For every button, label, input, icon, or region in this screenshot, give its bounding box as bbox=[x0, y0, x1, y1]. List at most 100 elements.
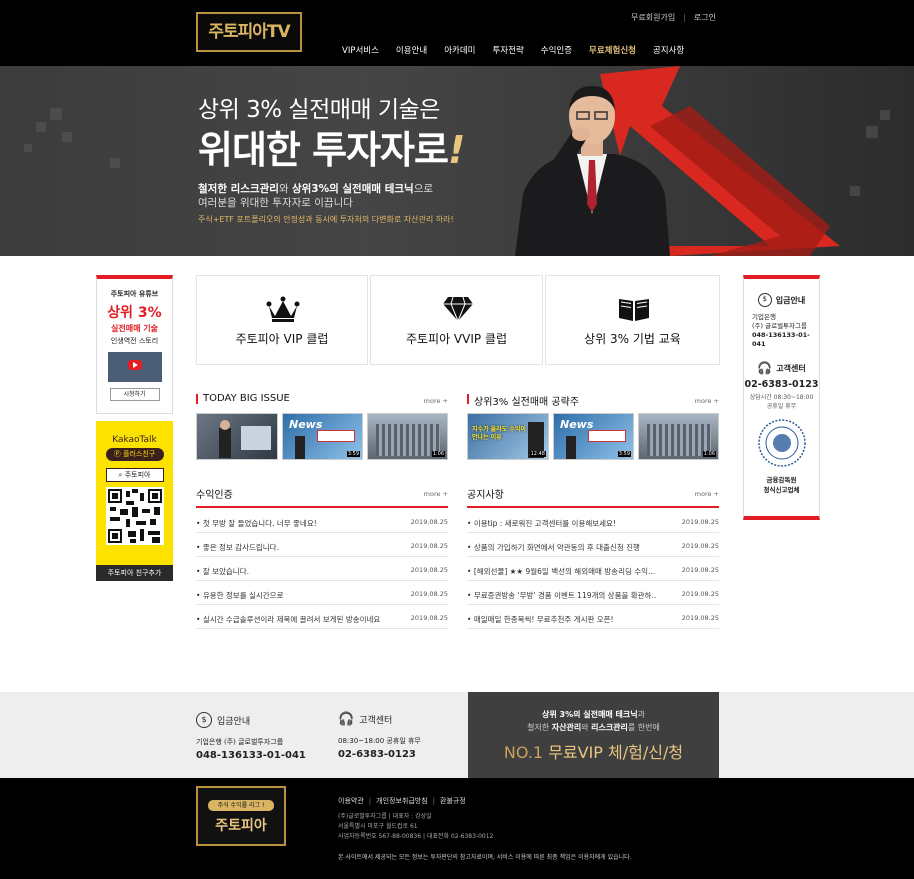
kakao-search-box[interactable]: ⌕ 주토피아 bbox=[105, 468, 164, 482]
footer-disclaimer: 본 사이트에서 제공되는 모든 정보는 투자판단의 참고자료이며, 서비스 이용… bbox=[338, 854, 632, 861]
signup-link[interactable]: 무료회원가입 bbox=[627, 13, 679, 22]
today-issue-more[interactable]: more + bbox=[424, 397, 448, 405]
strategy-thumb-2[interactable]: News 3:59 bbox=[553, 413, 634, 460]
cs-phone: 02-6383-0123 bbox=[744, 379, 819, 390]
nav-notice[interactable]: 공지사항 bbox=[643, 44, 691, 58]
kakao-add-friend[interactable]: 주토피아 친구추가 bbox=[96, 565, 173, 581]
profit-title: 수익인증 bbox=[196, 490, 233, 501]
issue-thumb-2[interactable]: News 3:59 bbox=[282, 413, 363, 460]
strategy-thumb-3[interactable]: 1:06 bbox=[638, 413, 719, 460]
list-item[interactable]: • 잘 보았습니다. 2019.08.25 bbox=[196, 557, 448, 581]
strategy-head: 상위3% 실전매매 공략주 more + bbox=[467, 393, 719, 408]
list-item[interactable]: • [해외선물] ★★ 9월6일 백선의 해외매매 방송리딩 수익... 2019… bbox=[467, 557, 719, 581]
card-vvip-club[interactable]: 주토피아 VVIP 클럽 bbox=[370, 275, 543, 365]
privacy-link[interactable]: 개인정보취급방침 bbox=[376, 797, 428, 805]
info-deposit-title: 입금안내 bbox=[217, 716, 251, 727]
nav-academy[interactable]: 아카데미 bbox=[434, 44, 482, 58]
footer-logo[interactable]: 주식 수익률 리그 ! 주토피아 bbox=[196, 786, 286, 846]
issue-thumb-2-duration: 3:59 bbox=[346, 451, 360, 457]
qr-code bbox=[105, 487, 164, 545]
site-logo[interactable]: 주토피아TV bbox=[196, 12, 302, 52]
promo-with: 와 bbox=[581, 723, 592, 732]
issue-thumb-3[interactable]: 1:06 bbox=[367, 413, 448, 460]
list-item-text: • 유용한 정보를 실시간으로 bbox=[196, 591, 284, 600]
info-cs-line: 08:30~18:00 공휴일 휴무 bbox=[338, 737, 421, 745]
list-item-date: 2019.08.25 bbox=[681, 566, 719, 574]
list-item[interactable]: • 좋은 정보 감사드립니다. 2019.08.25 bbox=[196, 533, 448, 557]
nav-vip[interactable]: VIP서비스 bbox=[335, 44, 386, 58]
page: 주토피아TV 무료회원가입 | 로그인 VIP서비스 이용안내 아카데미 투자전략 … bbox=[0, 0, 914, 879]
cs-holiday: 공휴일 휴무 bbox=[766, 403, 797, 410]
hero-line-4: 여러분을 위대한 투자자로 이끕니다 bbox=[198, 197, 353, 209]
diamond-icon bbox=[443, 296, 473, 322]
nav-free-trial[interactable]: 무료체험신청 bbox=[579, 44, 643, 58]
money-icon: $ bbox=[757, 293, 772, 307]
cs-hours: 상담시간 08:30~18:00 bbox=[749, 394, 814, 401]
info-cs-title: 고객센터 bbox=[359, 716, 393, 726]
kakao-brand: KakaoTalk bbox=[112, 435, 157, 445]
notice-title: 공지사항 bbox=[467, 490, 504, 501]
list-item[interactable]: • 이용tip : 새로워진 고객센터를 이용해보세요! 2019.08.25 bbox=[467, 509, 719, 533]
promo-and: 과 bbox=[637, 710, 645, 719]
card-vip-label: 주토피아 VIP 클럽 bbox=[235, 332, 329, 346]
card-education[interactable]: 상위 3% 기법 교육 bbox=[545, 275, 720, 365]
profit-more[interactable]: more + bbox=[424, 490, 448, 498]
headset-icon: 🎧 bbox=[757, 361, 773, 375]
list-item-text: • 매일매일 한종목씩! 무료추천주 게시판 오픈! bbox=[467, 615, 614, 624]
promo-no1: NO.1 bbox=[503, 743, 544, 762]
fss-name: 금융감독원 bbox=[766, 476, 797, 484]
footer-company: (주)글로벌투자그룹 | 대표자 : 강상일 bbox=[338, 813, 432, 820]
card-vvip-label: 주토피아 VVIP 클럽 bbox=[405, 332, 508, 346]
strategy-thumb-1[interactable]: 지수가 올라도 수익이 안나는 이유 12:48 bbox=[467, 413, 549, 460]
hero-and: 와 bbox=[278, 183, 292, 195]
list-item-text: • 잘 보았습니다. bbox=[196, 567, 249, 576]
list-item-date: 2019.08.25 bbox=[410, 614, 448, 622]
list-item[interactable]: • 상품의 가입하기 화면에서 약관동의 후 대출신청 진행 2019.08.25 bbox=[467, 533, 719, 557]
footer-address: (주)글로벌투자그룹 | 대표자 : 강상일 서울특별시 마포구 월드컵로 61… bbox=[338, 812, 493, 842]
refund-link[interactable]: 환불규정 bbox=[440, 797, 466, 805]
strategy-thumb-2-duration: 3:59 bbox=[617, 451, 631, 457]
list-item-date: 2019.08.25 bbox=[410, 590, 448, 598]
crown-icon bbox=[266, 296, 300, 322]
list-item-date: 2019.08.25 bbox=[681, 542, 719, 550]
list-item[interactable]: • 매일매일 한종목씩! 무료추천주 게시판 오픈! 2019.08.25 bbox=[467, 605, 719, 629]
youtube-video-thumb[interactable] bbox=[107, 352, 162, 382]
strategy-thumb-3-duration: 1:06 bbox=[702, 451, 716, 457]
list-item-date: 2019.08.25 bbox=[410, 566, 448, 574]
promo-main: 무료VIP 체/험/신/청 bbox=[548, 743, 684, 762]
card-vip-club[interactable]: 주토피아 VIP 클럽 bbox=[196, 275, 368, 365]
right-info-banner: $ 입금안내 기업은행 (주) 글로벌투자그룹 048-136133-01-04… bbox=[743, 275, 820, 520]
search-icon: ⌕ bbox=[118, 471, 123, 479]
kakao-side-banner[interactable]: KakaoTalk Ⓟ 플러스친구 ⌕ 주토피아 주토피아 친구추가 bbox=[96, 421, 173, 581]
footer-logo-name: 주토피아 bbox=[215, 818, 267, 834]
free-vip-promo[interactable]: 상위 3%의 실전매매 테크닉과 철저한 자산관리와 리스크관리를 한번에 NO… bbox=[468, 692, 719, 778]
issue-thumb-1[interactable] bbox=[196, 413, 278, 460]
deposit-bank: 기업은행 bbox=[752, 313, 776, 321]
notice-more[interactable]: more + bbox=[695, 490, 719, 498]
terms-link[interactable]: 이용약관 bbox=[338, 797, 364, 805]
youtube-banner-sub: 인생역전 스토리 bbox=[110, 337, 159, 345]
list-item[interactable]: • 실시간 수급솔루션이라 제목에 끌려서 보게된 방송이네요 2019.08.2… bbox=[196, 605, 448, 629]
list-item-text: • 상품의 가입하기 화면에서 약관동의 후 대출신청 진행 bbox=[467, 543, 640, 552]
footer-location: 서울특별시 마포구 월드컵로 61 bbox=[338, 823, 418, 830]
info-deposit: $ 입금안내 기업은행 (주) 글로벌투자그룹 048-136133-01-04… bbox=[196, 712, 326, 761]
nav-strategy[interactable]: 투자전략 bbox=[482, 44, 530, 58]
watch-button[interactable]: 시청하기 bbox=[109, 388, 160, 401]
youtube-banner-sub-red: 실전매매 기술 bbox=[111, 324, 158, 333]
promo-at-once: 를 한번에 bbox=[627, 723, 660, 732]
list-item[interactable]: • 유용한 정보를 실시간으로 2019.08.25 bbox=[196, 581, 448, 605]
login-link[interactable]: 로그인 bbox=[690, 13, 720, 22]
hero-risk: 철저한 리스크관리 bbox=[198, 183, 279, 195]
youtube-side-banner[interactable]: 주토피아 유튜브 상위 3% 실전매매 기술 인생역전 스토리 시청하기 bbox=[96, 275, 173, 414]
nav-guide[interactable]: 이용안내 bbox=[386, 44, 434, 58]
deposit-title: 입금안내 bbox=[775, 295, 806, 305]
list-item-text: • 실시간 수급솔루션이라 제목에 끌려서 보게된 방송이네요 bbox=[196, 615, 381, 624]
strategy-more[interactable]: more + bbox=[695, 397, 719, 405]
list-item-text: • [해외선물] ★★ 9월6일 백선의 해외매매 방송리딩 수익... bbox=[467, 567, 656, 576]
nav-profit[interactable]: 수익인증 bbox=[531, 44, 579, 58]
strategy-thumb-1-caption: 지수가 올라도 수익이 안나는 이유 bbox=[472, 426, 526, 441]
list-item-text: • 첫 무방 잘 들었습니다. 너무 좋네요! bbox=[196, 519, 317, 528]
promo-asset: 자산관리 bbox=[551, 723, 582, 732]
list-item[interactable]: • 무료증권방송 '무방' 경품 이벤트 119개의 상품을 확관하.. 2019… bbox=[467, 581, 719, 605]
list-item[interactable]: • 첫 무방 잘 들었습니다. 너무 좋네요! 2019.08.25 bbox=[196, 509, 448, 533]
